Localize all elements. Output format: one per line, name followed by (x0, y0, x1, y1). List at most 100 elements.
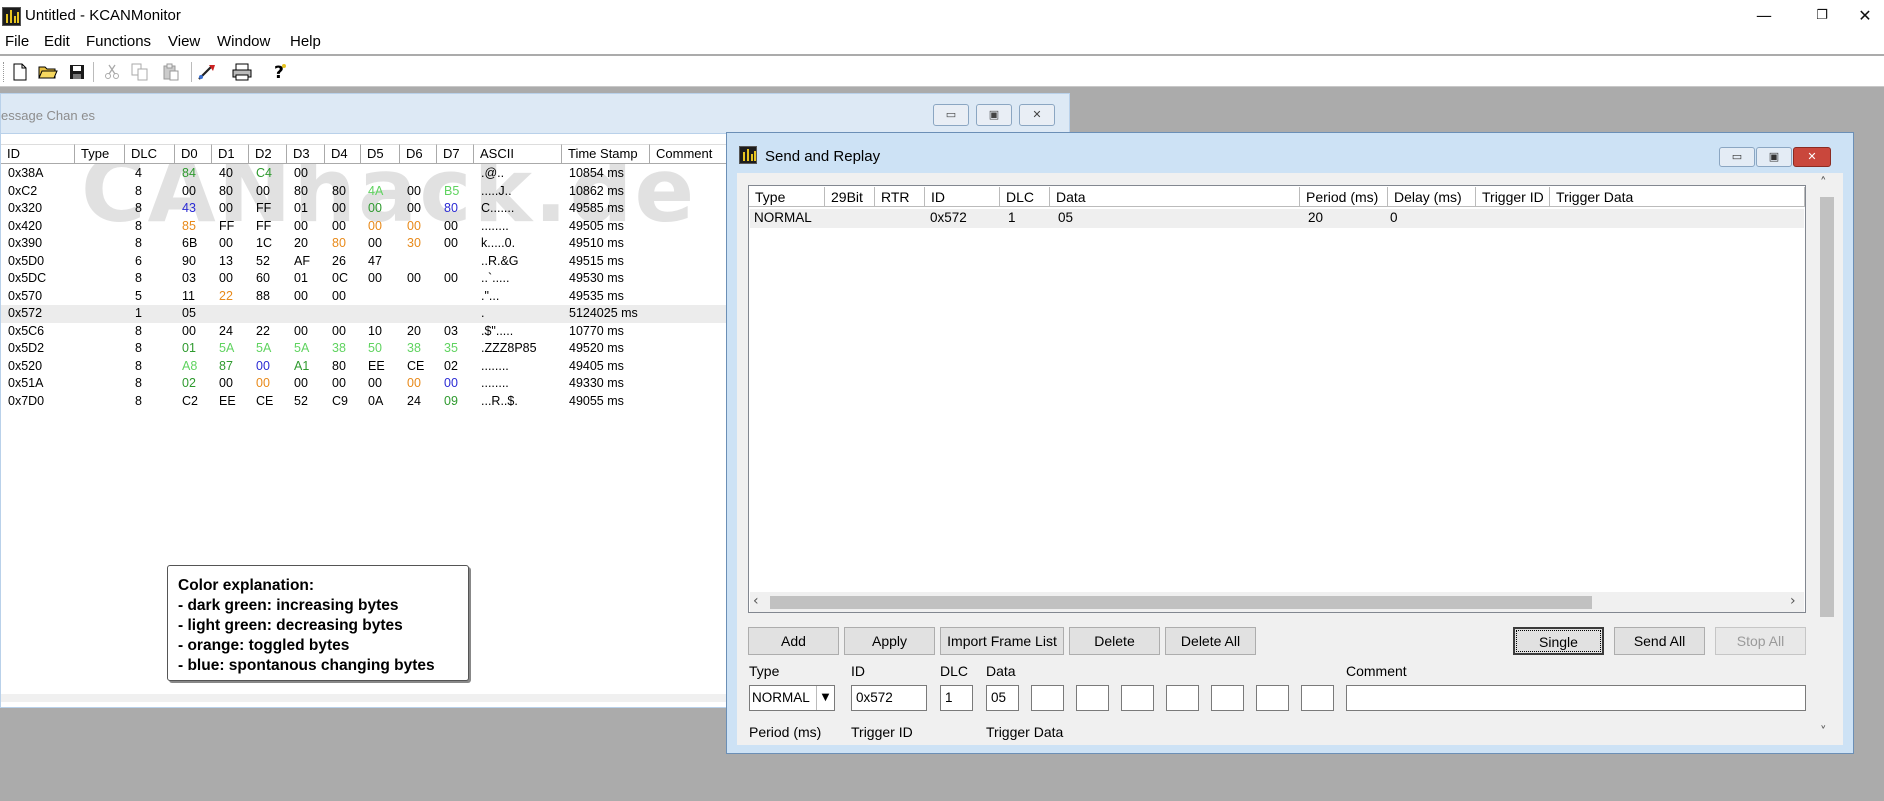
paste-icon[interactable] (160, 61, 182, 83)
minimize-icon[interactable]: ▭ (1719, 147, 1755, 167)
column-header[interactable]: D7 (437, 144, 474, 164)
frame-row[interactable]: NORMAL 0x572 1 05 20 0 (750, 209, 1804, 228)
scrollbar-thumb[interactable] (1820, 197, 1834, 617)
data-byte-field[interactable] (1256, 685, 1289, 711)
menu-help[interactable]: Help (290, 33, 321, 50)
apply-button[interactable]: Apply (844, 627, 935, 655)
column-header[interactable]: D6 (400, 144, 437, 164)
scroll-down-icon[interactable]: ˅ (1820, 725, 1827, 740)
single-button[interactable]: Single (1513, 627, 1604, 655)
column-header[interactable]: D2 (249, 144, 287, 164)
message-cell: 6 (135, 253, 142, 268)
message-row[interactable]: 0x320 8 43 00 FF 01 00 00 00 80 C....... 49585 ms (1, 200, 729, 218)
message-row[interactable]: 0x51A 8 02 00 00 00 00 00 00 00........ 49330 ms (1, 375, 729, 393)
column-header[interactable]: ASCII (474, 144, 562, 164)
menu-view[interactable]: View (168, 33, 200, 50)
message-row[interactable]: 0x570 5 11 22 88 00 00 ."... 49535 ms (1, 288, 729, 306)
scroll-right-icon[interactable]: › (1790, 593, 1796, 609)
type-select[interactable]: NORMAL ▼ (749, 685, 835, 711)
column-header[interactable]: ID (925, 187, 1000, 207)
message-row[interactable]: 0x7D0 8 C2 EE CE 52 C9 0A 24 09 ...R..$. 49055 ms (1, 393, 729, 411)
scroll-left-icon[interactable]: ‹ (753, 593, 759, 609)
message-horizontal-scrollbar[interactable] (1, 694, 729, 702)
restore-button[interactable]: ❐ (1799, 0, 1845, 32)
column-header[interactable]: D4 (325, 144, 361, 164)
connect-icon[interactable] (196, 61, 218, 83)
column-header[interactable]: Trigger Data (1550, 187, 1805, 207)
message-row[interactable]: 0x5C6 8 00 24 22 00 00 10 20 03 .$"..... 10770 ms (1, 323, 729, 341)
close-icon[interactable]: ✕ (1793, 147, 1831, 167)
scroll-up-icon[interactable]: ˄ (1820, 176, 1827, 191)
open-folder-icon[interactable] (37, 61, 59, 83)
column-header[interactable]: Comment (650, 144, 729, 164)
maximize-icon[interactable]: ▣ (976, 104, 1012, 126)
message-cell: 13 (219, 253, 233, 268)
delete-button[interactable]: Delete (1069, 627, 1160, 655)
column-header[interactable]: Time Stamp (562, 144, 650, 164)
column-header[interactable]: DLC (1000, 187, 1050, 207)
column-header[interactable]: Period (ms) (1300, 187, 1388, 207)
message-row[interactable]: 0x390 8 6B 00 1C 20 80 00 30 00 k.....0. 49510 ms (1, 235, 729, 253)
column-header[interactable]: D3 (287, 144, 325, 164)
close-icon[interactable]: ✕ (1019, 104, 1055, 126)
data-byte-field[interactable] (1076, 685, 1109, 711)
column-header[interactable]: DLC (125, 144, 175, 164)
column-header[interactable]: RTR (875, 187, 925, 207)
message-row[interactable]: 0x5D2 8 01 5A 5A 5A 38 50 38 35 .ZZZ8P85 49520 ms (1, 340, 729, 358)
message-cell: 05 (182, 306, 196, 320)
data-byte-field[interactable] (1211, 685, 1244, 711)
message-cell: CE (256, 393, 274, 408)
column-header[interactable]: D5 (361, 144, 400, 164)
chevron-down-icon[interactable]: ▼ (816, 686, 834, 710)
message-row[interactable]: 0xC2 8 00 80 00 80 80 4A 00 B5 .....J.. 10862 ms (1, 183, 729, 201)
stop-all-button[interactable]: Stop All (1715, 627, 1806, 655)
data-byte-field[interactable] (1121, 685, 1154, 711)
delete-all-button[interactable]: Delete All (1165, 627, 1256, 655)
column-header[interactable]: Data (1050, 187, 1300, 207)
column-header[interactable]: D0 (175, 144, 212, 164)
menu-file[interactable]: File (5, 33, 29, 50)
copy-icon[interactable] (129, 61, 151, 83)
message-cell: 30 (407, 236, 421, 250)
message-row[interactable]: 0x420 8 85 FF FF 00 00 00 00 00........ 49505 ms (1, 218, 729, 236)
dlc-field[interactable]: 1 (940, 685, 973, 711)
comment-field[interactable] (1346, 685, 1806, 711)
menu-functions[interactable]: Functions (86, 33, 151, 50)
new-file-icon[interactable] (9, 61, 31, 83)
id-field[interactable]: 0x572 (851, 685, 927, 711)
data-byte-field[interactable]: 05 (986, 685, 1019, 711)
maximize-icon[interactable]: ▣ (1756, 147, 1792, 167)
menu-window[interactable]: Window (217, 33, 270, 50)
menu-edit[interactable]: Edit (44, 33, 70, 50)
message-ascii: ..`..... (481, 271, 510, 285)
column-header[interactable]: Type (749, 187, 825, 207)
message-row[interactable]: 0x5DC 8 03 00 60 01 0C 00 00 00 ..`..... 49530 ms (1, 270, 729, 288)
frame-list-horizontal-scrollbar[interactable]: ‹ › (750, 592, 1804, 612)
save-icon[interactable] (66, 61, 88, 83)
scrollbar-thumb[interactable] (770, 596, 1592, 609)
close-button[interactable]: ✕ (1846, 0, 1884, 32)
print-icon[interactable] (231, 61, 253, 83)
minimize-icon[interactable]: ▭ (933, 104, 969, 126)
data-byte-field[interactable] (1301, 685, 1334, 711)
column-header[interactable]: D1 (212, 144, 249, 164)
import-frame-list-button[interactable]: Import Frame List (940, 627, 1064, 655)
send-all-button[interactable]: Send All (1614, 627, 1705, 655)
column-header[interactable]: Trigger ID (1476, 187, 1550, 207)
send-window-vertical-scrollbar[interactable]: ˄ ˅ (1816, 173, 1838, 745)
color-explanation-line: - blue: spontanous changing bytes (178, 657, 435, 674)
column-header[interactable]: 29Bit (825, 187, 875, 207)
add-button[interactable]: Add (748, 627, 839, 655)
column-header[interactable]: Delay (ms) (1388, 187, 1476, 207)
minimize-button[interactable]: — (1741, 0, 1787, 32)
message-row[interactable]: 0x520 8 A8 87 00 A1 80 EE CE 02........ 49405 ms (1, 358, 729, 376)
message-row[interactable]: 0x5D0 6 90 13 52 AF 26 47 ..R.&G 49515 ms (1, 253, 729, 271)
message-row[interactable]: 0x38A 4 84 40 C4 00 .@.. 10854 ms (1, 165, 729, 183)
cut-icon[interactable] (101, 61, 123, 83)
data-byte-field[interactable] (1166, 685, 1199, 711)
column-header[interactable]: ID (1, 144, 75, 164)
column-header[interactable]: Type (75, 144, 125, 164)
message-row[interactable]: 0x572 1 05. 5124025 ms (1, 305, 729, 323)
data-byte-field[interactable] (1031, 685, 1064, 711)
help-icon[interactable]: ? (269, 61, 291, 83)
